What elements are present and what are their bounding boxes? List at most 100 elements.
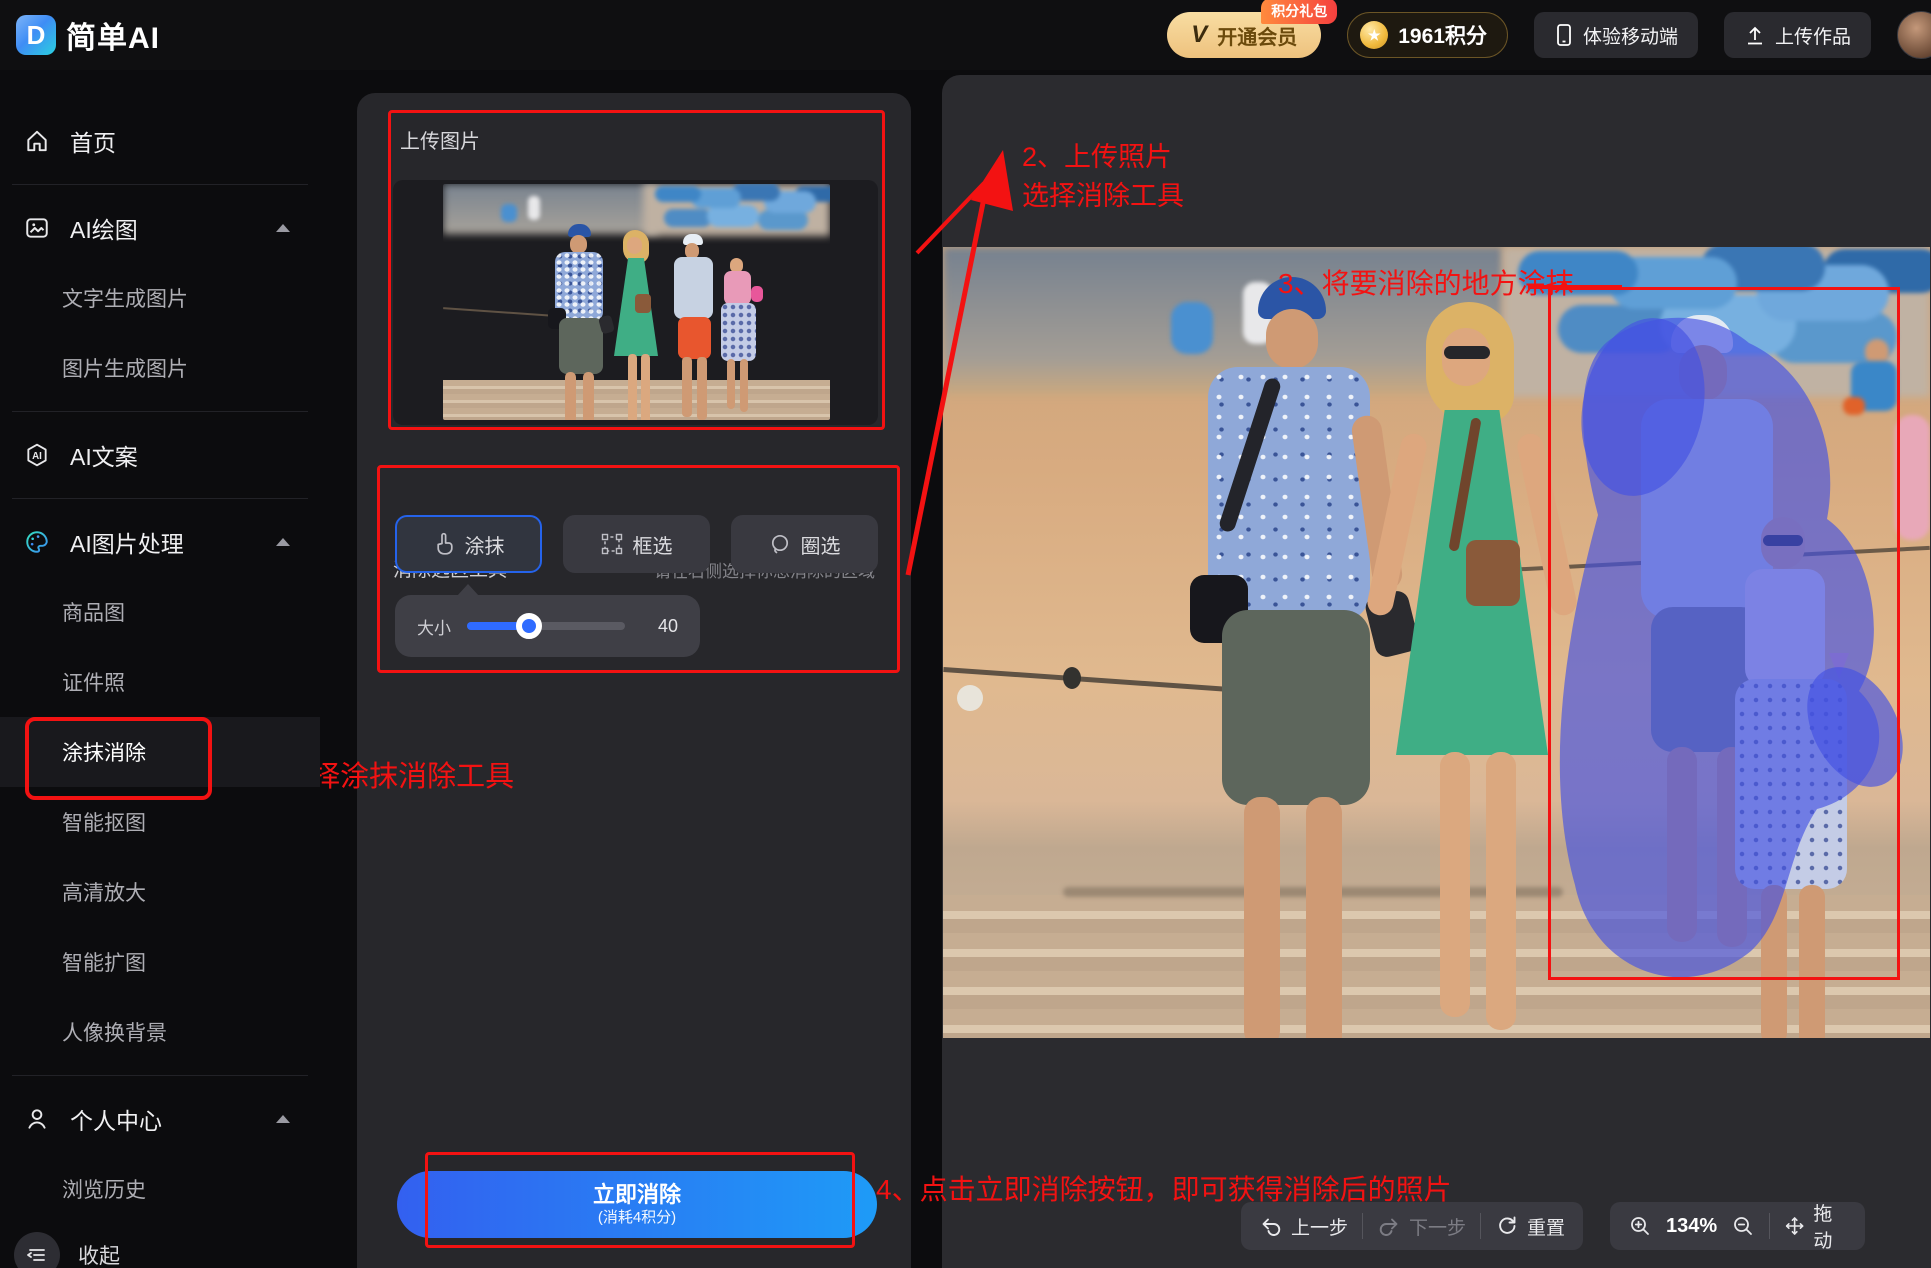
erase-settings-panel: 上传图片 涂抹 框选 圈选 大小 40 立即消除 (消耗4积分) [357,93,911,1268]
zoom-in-button[interactable] [1628,1214,1652,1238]
upload-work-button[interactable]: 上传作品 [1723,12,1871,58]
zoom-out-button[interactable] [1731,1214,1755,1238]
reset-icon [1499,1216,1516,1234]
figure-boy [669,234,719,420]
sidebar-item-home[interactable]: 首页 [0,106,320,176]
brush-size-popover: 大小 40 [395,584,700,657]
ai-hexagon-icon: AI [27,443,47,467]
sidebar-label-ai-draw: AI绘图 [70,217,138,243]
vip-button[interactable]: V 开通会员 积分礼包 [1167,0,1338,58]
mobile-app-button[interactable]: 体验移动端 [1533,12,1698,58]
sidebar-item-hd-upscale[interactable]: 高清放大 [0,857,320,927]
erase-now-button[interactable]: 立即消除 (消耗4积分) [397,1171,877,1238]
sidebar-label-home: 首页 [70,130,116,156]
popover-pointer [457,584,479,596]
divider [1480,1213,1481,1239]
tee [674,257,713,319]
leg [565,372,576,420]
app-logo[interactable]: D 简单AI [16,13,160,57]
sidebar-label-id-photo: 证件照 [62,672,125,695]
sidebar-item-image-to-image[interactable]: 图片生成图片 [0,333,320,403]
sidebar-item-smart-expand[interactable]: 智能扩图 [0,927,320,997]
reset-label: 重置 [1527,1217,1566,1239]
chevron-up-icon[interactable] [276,1115,290,1123]
sidebar-label-smear-erase: 涂抹消除 [62,742,146,765]
sidebar-item-id-photo[interactable]: 证件照 [0,647,320,717]
logo-icon: D [16,15,56,55]
undo-label: 上一步 [1291,1217,1349,1239]
uploaded-image-slot[interactable] [393,180,878,425]
tool-smear-button[interactable]: 涂抹 [395,515,542,573]
sidebar-item-product-image[interactable]: 商品图 [0,577,320,647]
figure-man [548,224,615,420]
uploaded-image-thumbnail [443,184,830,420]
lasso-circle-icon [771,534,788,554]
shape [528,196,540,220]
history-toolbar: 上一步 下一步 重置 [1241,1202,1583,1250]
sidebar-item-text-to-image[interactable]: 文字生成图片 [0,263,320,333]
shorts [678,317,711,359]
reset-button[interactable]: 重置 [1495,1213,1565,1240]
phone-icon [1557,24,1571,46]
shorts [559,318,603,374]
sidebar-label-smart-expand: 智能扩图 [62,952,146,975]
sidebar-item-ai-copy[interactable]: AI AI文案 [0,420,320,490]
user-icon [28,1109,46,1129]
leg [697,357,707,420]
hand-pointer-icon [436,532,453,555]
leg [740,359,748,412]
head [627,237,642,254]
user-avatar[interactable] [1897,11,1931,59]
shape [501,204,517,222]
brush-size-value: 40 [657,615,678,636]
image-icon [26,218,48,238]
figure-woman [608,230,666,420]
svg-text:AI: AI [32,451,42,462]
sidebar-label-product-image: 商品图 [62,602,125,625]
top-header: D 简单AI V 开通会员 积分礼包 ★ 1961积分 体验移动端 上传作品 [0,0,1931,70]
drag-button[interactable]: 拖动 [1784,1199,1847,1253]
sidebar-group-ai-image[interactable]: AI图片处理 [0,507,320,577]
smear-mask [1559,317,1903,978]
sidebar-collapse[interactable]: 收起 [14,1232,120,1268]
vip-label: 开通会员 [1217,26,1298,49]
tool-box-select-label: 框选 [632,535,673,558]
brush-size-slider[interactable] [467,613,625,639]
sidebar-label-smart-matting: 智能抠图 [62,812,146,835]
pink-sandals [751,286,763,302]
slider-thumb[interactable] [515,613,542,639]
sidebar-label-hd-upscale: 高清放大 [62,882,146,905]
points-gift-badge: 积分礼包 [1261,0,1338,24]
tool-smear-label: 涂抹 [464,535,505,558]
sidebar-item-portrait-bg[interactable]: 人像换背景 [0,997,320,1067]
sidebar-item-smart-matting[interactable]: 智能抠图 [0,787,320,857]
tool-lasso-button[interactable]: 圈选 [731,515,878,573]
marquee-icon [601,533,622,555]
redo-button[interactable]: 下一步 [1377,1213,1466,1240]
brush-size-label: 大小 [417,618,451,638]
coin-icon: ★ [1360,21,1389,49]
leg [641,354,650,420]
sidebar-nav: 首页 AI绘图 文字生成图片 图片生成图片 AI AI文案 AI图片处理 商品图… [0,70,320,1268]
sidebar-item-history[interactable]: 浏览历史 [0,1154,320,1224]
points-button[interactable]: ★ 1961积分 [1347,12,1508,58]
canvas-panel [942,75,1931,1268]
sidebar-group-personal[interactable]: 个人中心 [0,1084,320,1154]
sidebar-group-ai-draw[interactable]: AI绘图 [0,193,320,263]
edit-canvas-image[interactable] [943,247,1930,1038]
tool-box-select-button[interactable]: 框选 [563,515,710,573]
sidebar-label-history: 浏览历史 [62,1179,146,1202]
move-icon [1785,1217,1804,1235]
app-title: 简单AI [66,22,160,55]
chevron-up-icon[interactable] [276,224,290,232]
zoom-out-icon [1734,1217,1753,1235]
sidebar-item-smear-erase[interactable]: 涂抹消除 [0,717,320,787]
home-icon [27,130,47,152]
handbag [635,294,651,313]
undo-button[interactable]: 上一步 [1259,1213,1348,1240]
chevron-up-icon[interactable] [276,538,290,546]
collapse-icon[interactable] [14,1232,60,1268]
divider [1362,1213,1363,1239]
sidebar-label-ai-image: AI图片处理 [70,531,184,557]
redo-label: 下一步 [1409,1217,1467,1239]
